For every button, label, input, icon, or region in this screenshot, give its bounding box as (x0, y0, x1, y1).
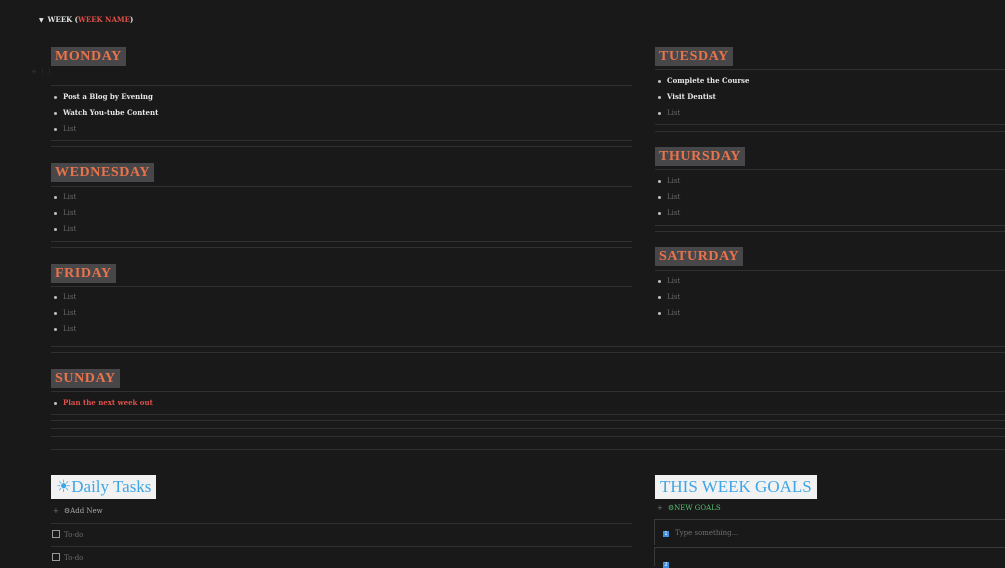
new-goals-button[interactable]: + ⚙NEW GOALS (657, 504, 721, 512)
divider (51, 346, 1005, 347)
plus-icon[interactable]: + (657, 504, 663, 512)
todo-label: To-do (64, 554, 84, 562)
list-tuesday: Complete the Course Visit Dentist List (655, 73, 749, 121)
drag-handle-icon[interactable]: + ⋮⋮ (31, 68, 53, 76)
list-item[interactable]: List (51, 189, 76, 205)
list-item[interactable]: List (655, 173, 680, 189)
divider (655, 69, 1005, 70)
divider (655, 169, 1005, 170)
plus-icon[interactable]: + (53, 507, 59, 515)
day-header-friday: FRIDAY (51, 264, 116, 283)
divider (51, 286, 632, 287)
divider (655, 124, 1005, 125)
add-new-button[interactable]: + ⚙Add New (53, 507, 103, 515)
list-sunday: Plan the next week out (51, 395, 153, 411)
divider (51, 85, 632, 86)
checkbox-icon[interactable] (52, 553, 60, 561)
divider (51, 241, 632, 242)
divider (51, 146, 632, 147)
divider (51, 352, 1005, 353)
list-item[interactable]: Plan the next week out (51, 395, 153, 411)
list-item[interactable]: Post a Blog by Evening (51, 89, 158, 105)
divider (51, 186, 632, 187)
daily-tasks-header: ☀Daily Tasks (51, 475, 157, 499)
list-saturday: List List List (655, 273, 680, 321)
toggle-suffix: ) (129, 15, 134, 24)
list-wednesday: List List List (51, 189, 76, 237)
divider (51, 414, 1005, 415)
day-header-sunday: SUNDAY (51, 369, 120, 388)
add-new-label: Add New (70, 507, 103, 515)
new-goals-label: NEW GOALS (674, 504, 721, 512)
list-item[interactable]: List (51, 205, 76, 221)
todo-item[interactable]: To-do (52, 530, 83, 539)
list-item[interactable]: Watch You-tube Content (51, 105, 158, 121)
checkbox-icon[interactable] (52, 530, 60, 538)
todo-item[interactable]: To-do (52, 553, 83, 562)
list-item[interactable]: List (655, 205, 680, 221)
divider (655, 225, 1005, 226)
goal-card[interactable]: 2 (654, 547, 1005, 568)
list-item[interactable]: List (51, 221, 76, 237)
week-name: WEEK NAME (78, 15, 130, 24)
triangle-down-icon[interactable]: ▼ (39, 17, 44, 24)
day-header-wednesday: WEDNESDAY (51, 163, 155, 182)
divider (655, 131, 1005, 132)
list-item[interactable]: Visit Dentist (655, 89, 749, 105)
divider (655, 231, 1005, 232)
list-item[interactable]: List (51, 305, 76, 321)
divider (51, 436, 1005, 437)
list-friday: List List List (51, 289, 76, 337)
list-item[interactable]: Complete the Course (655, 73, 749, 89)
list-item[interactable]: List (51, 289, 76, 305)
divider (655, 270, 1005, 271)
number-badge-icon: 1 (663, 531, 669, 537)
divider (51, 523, 632, 524)
divider (51, 428, 1005, 429)
list-item[interactable]: List (51, 121, 158, 137)
week-toggle[interactable]: ▼ WEEK (WEEK NAME) (39, 15, 133, 24)
divider (51, 391, 1005, 392)
list-item[interactable]: List (51, 321, 76, 337)
goal-card[interactable]: 1 Type something... (654, 519, 1005, 545)
day-header-saturday: SATURDAY (655, 247, 744, 266)
list-item[interactable]: List (655, 189, 680, 205)
toggle-prefix: WEEK ( (47, 15, 78, 24)
list-item[interactable]: List (655, 305, 680, 321)
list-monday: Post a Blog by Evening Watch You-tube Co… (51, 89, 158, 137)
divider (51, 449, 1005, 450)
goal-placeholder[interactable]: Type something... (675, 529, 738, 537)
todo-label: To-do (64, 531, 84, 539)
list-thursday: List List List (655, 173, 680, 221)
day-header-thursday: THURSDAY (655, 147, 746, 166)
list-item[interactable]: List (655, 105, 749, 121)
divider (51, 140, 632, 141)
divider (51, 546, 632, 547)
day-header-tuesday: TUESDAY (655, 47, 733, 66)
list-item[interactable]: List (655, 273, 680, 289)
divider (51, 247, 632, 248)
divider (51, 420, 1005, 421)
number-badge-icon: 2 (663, 562, 669, 568)
week-goals-header: THIS WEEK GOALS (655, 475, 817, 499)
day-header-monday: MONDAY (51, 47, 126, 66)
list-item[interactable]: List (655, 289, 680, 305)
